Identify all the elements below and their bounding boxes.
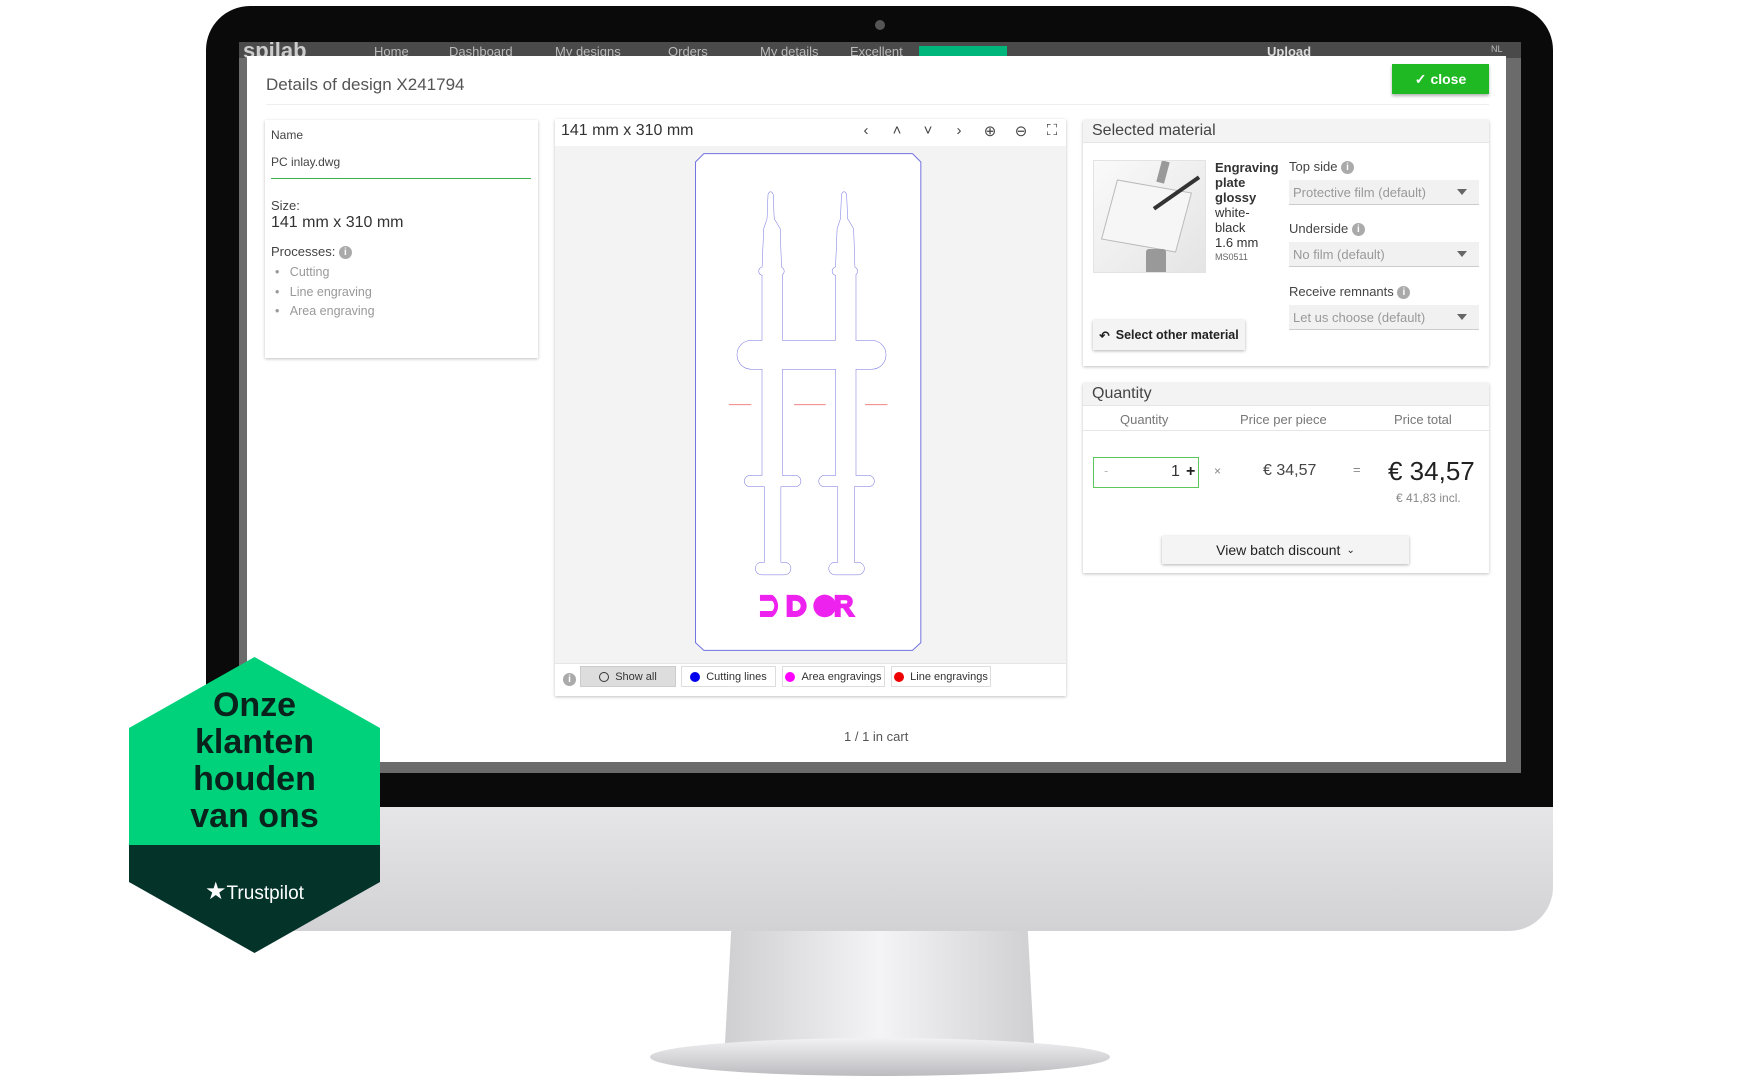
processes-label: Processes: [271, 244, 336, 259]
undo-icon: ↶ [1099, 328, 1110, 343]
price-total: € 34,57 [1388, 456, 1475, 486]
remnants-label: Receive remnants [1289, 284, 1394, 299]
line-engravings-button[interactable]: Line engravings [891, 666, 991, 687]
caret-down-icon [1457, 189, 1467, 195]
size-label: Size: [271, 198, 300, 213]
material-name: Engraving plate glossy [1215, 160, 1279, 205]
quantity-panel: Quantity Quantity Price per piece Price … [1083, 383, 1489, 573]
underside-label: Underside [1289, 221, 1349, 236]
processes-list: • Cutting • Line engraving • Area engrav… [275, 263, 375, 322]
material-image [1093, 160, 1206, 273]
process-item: • Cutting [275, 265, 330, 279]
equals-sign: = [1353, 462, 1361, 477]
process-item: • Area engraving [275, 304, 375, 318]
design-info-panel: Name PC inlay.dwg Size: 141 mm x 310 mm … [265, 120, 538, 358]
remnants-select[interactable]: Let us choose (default) [1289, 305, 1479, 330]
material-thickness: 1.6 mm [1215, 235, 1259, 250]
monitor-stand [725, 931, 1034, 1043]
material-code: MS0511 [1215, 252, 1248, 262]
info-icon[interactable]: i [1351, 223, 1365, 237]
info-icon[interactable]: i [338, 246, 352, 260]
material-header: Selected material [1083, 120, 1489, 143]
chevron-down-icon: ⌄ [1346, 544, 1355, 556]
col-price-per-piece: Price per piece [1240, 412, 1327, 427]
underside-select[interactable]: No film (default) [1289, 242, 1479, 267]
cutting-line-shape [764, 484, 781, 565]
zoom-out-icon[interactable]: ⊖ [1011, 122, 1031, 140]
info-icon[interactable]: i [1397, 286, 1411, 300]
quantity-input[interactable]: 1 [1171, 463, 1180, 481]
close-button[interactable]: ✓ close [1392, 64, 1489, 94]
chevron-up-icon[interactable]: ˄ [887, 122, 907, 140]
col-price-total: Price total [1394, 412, 1452, 427]
price-incl-vat: € 41,83 incl. [1396, 491, 1461, 505]
col-quantity: Quantity [1120, 412, 1169, 427]
red-dot-icon [894, 671, 905, 682]
material-color: white-black [1215, 205, 1250, 235]
blue-dot-icon [690, 671, 701, 682]
times-sign: × [1214, 464, 1222, 478]
cutting-lines-button[interactable]: Cutting lines [681, 666, 776, 687]
caret-down-icon [1457, 314, 1467, 320]
badge-line: houden [193, 760, 316, 798]
name-label: Name [271, 128, 304, 142]
monitor-chin [206, 807, 1553, 931]
badge-line: klanten [194, 723, 315, 761]
info-icon[interactable]: i [1341, 161, 1355, 175]
quantity-header: Quantity [1083, 383, 1489, 406]
circle-icon [599, 671, 610, 682]
cutting-line-shape [838, 484, 855, 565]
monitor-base [650, 1038, 1110, 1076]
fullscreen-icon[interactable]: ⛶ [1042, 122, 1062, 140]
increment-button[interactable]: + [1186, 463, 1195, 481]
design-preview [695, 153, 922, 651]
cutting-line-shape [762, 273, 783, 479]
show-all-button[interactable]: Show all [580, 666, 676, 687]
cutting-line-shape [737, 340, 886, 369]
chevron-left-icon[interactable]: ‹ [856, 122, 876, 140]
magenta-dot-icon [785, 671, 796, 682]
language-switch[interactable]: NL [1491, 44, 1503, 54]
process-item: • Line engraving [275, 284, 372, 299]
star-icon: ★ [205, 878, 227, 905]
modal-title: Details of design X241794 [266, 75, 465, 94]
size-value: 141 mm x 310 mm [271, 214, 404, 231]
cutting-line-shape [829, 562, 865, 575]
viewer-dimensions: 141 mm x 310 mm [561, 122, 694, 139]
badge-line: van ons [190, 797, 319, 835]
chevron-right-icon[interactable]: › [949, 122, 969, 140]
decrement-button[interactable]: - [1104, 463, 1108, 478]
check-icon: ✓ [1414, 70, 1427, 87]
chevron-down-icon[interactable]: ˅ [918, 122, 938, 140]
view-batch-discount-button[interactable]: View batch discount ⌄ [1162, 536, 1409, 564]
divider [266, 104, 1489, 105]
price-per-piece: € 34,57 [1263, 462, 1317, 479]
cutting-line-shape [835, 273, 856, 479]
select-other-material-button[interactable]: ↶ Select other material [1093, 320, 1245, 350]
trustpilot-logo: Trustpilot [226, 883, 304, 904]
top-side-select[interactable]: Protective film (default) [1289, 180, 1479, 205]
camera-icon [875, 20, 885, 30]
area-engravings-button[interactable]: Area engravings [782, 666, 885, 687]
top-side-label: Top side [1289, 159, 1338, 174]
cutting-line-shape [755, 562, 791, 575]
legend-info-icon[interactable]: i [563, 673, 576, 687]
plate-outline [695, 153, 922, 651]
name-input[interactable]: PC inlay.dwg [271, 155, 531, 179]
caret-down-icon [1457, 251, 1467, 257]
zoom-in-icon[interactable]: ⊕ [980, 122, 1000, 140]
selected-material-panel: Selected material Engraving plate glossy… [1083, 120, 1489, 366]
cart-status: 1 / 1 in cart [844, 729, 909, 744]
quantity-stepper[interactable]: - 1 + [1093, 457, 1199, 488]
